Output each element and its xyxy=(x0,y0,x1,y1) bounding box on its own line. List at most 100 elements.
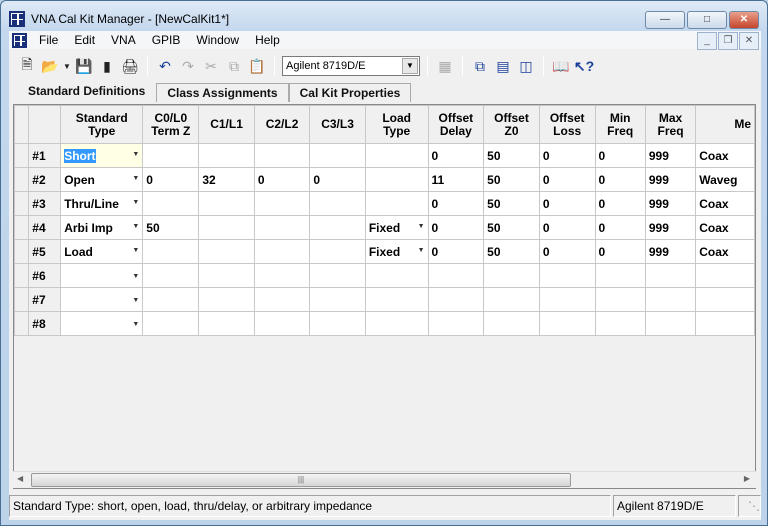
grid-cell[interactable] xyxy=(364,191,429,216)
open-dropdown-icon[interactable]: ▼ xyxy=(63,56,71,76)
grid-cell[interactable]: 50 xyxy=(142,215,200,240)
grid-cell[interactable] xyxy=(253,215,311,240)
grid-cell[interactable]: 0 xyxy=(427,191,485,216)
grid-cell[interactable] xyxy=(309,263,366,288)
grid-cell[interactable]: Coax xyxy=(695,215,755,240)
mdi-restore-button[interactable]: ❐ xyxy=(718,32,738,50)
grid-cell[interactable] xyxy=(364,167,429,192)
grid-cell[interactable] xyxy=(309,287,366,312)
column-header[interactable]: Offset Loss xyxy=(538,105,596,144)
grid-cell[interactable]: 0 xyxy=(538,167,596,192)
grid-cell[interactable] xyxy=(309,239,366,264)
grid-cell[interactable] xyxy=(309,311,366,336)
grid-cell[interactable] xyxy=(253,311,311,336)
row-selector[interactable] xyxy=(14,191,30,216)
grid-cell[interactable] xyxy=(483,263,540,288)
horizontal-scrollbar[interactable]: ◀ ||| ▶ xyxy=(13,471,756,488)
grid-cell[interactable] xyxy=(253,287,311,312)
grid-cell[interactable] xyxy=(427,263,485,288)
grid-cell[interactable]: 0 xyxy=(594,143,646,168)
grid-cell[interactable] xyxy=(427,311,485,336)
maximize-button[interactable]: □ xyxy=(687,11,727,29)
column-header[interactable]: C2/L2 xyxy=(253,105,311,144)
tile-horizontal-icon[interactable]: ▤ xyxy=(493,56,513,76)
column-header[interactable]: C3/L3 xyxy=(309,105,366,144)
grid-cell[interactable]: 0 xyxy=(594,167,646,192)
row-selector[interactable] xyxy=(14,143,30,168)
grid-cell[interactable]: Fixed ▼ xyxy=(364,239,429,264)
chevron-down-icon[interactable]: ▼ xyxy=(132,199,139,206)
chevron-down-icon[interactable]: ▼ xyxy=(132,321,139,328)
grid-cell[interactable] xyxy=(427,287,485,312)
grid-cell[interactable] xyxy=(538,263,596,288)
tab-cal-kit-properties[interactable]: Cal Kit Properties xyxy=(288,83,412,102)
chevron-down-icon[interactable]: ▼ xyxy=(132,247,139,254)
grid-cell[interactable] xyxy=(309,143,366,168)
grid-cell[interactable] xyxy=(695,263,755,288)
chevron-down-icon[interactable]: ▼ xyxy=(132,151,139,158)
grid-cell[interactable]: Thru/Line ▼ xyxy=(60,191,144,216)
grid-cell[interactable] xyxy=(253,263,311,288)
cut-icon[interactable]: ✂ xyxy=(201,56,221,76)
close-button[interactable]: ✕ xyxy=(729,11,759,29)
scrollbar-thumb[interactable]: ||| xyxy=(31,473,571,487)
grid-cell[interactable]: 0 xyxy=(538,143,596,168)
transfer-icon[interactable]: ▦ xyxy=(435,56,455,76)
tab-class-assignments[interactable]: Class Assignments xyxy=(156,83,289,102)
grid-cell[interactable]: Short ▼ xyxy=(60,143,144,168)
grid-cell[interactable] xyxy=(483,311,540,336)
grid-cell[interactable]: 0 xyxy=(594,239,646,264)
menu-help[interactable]: Help xyxy=(247,33,288,47)
column-header[interactable]: C0/L0 Term Z xyxy=(142,105,200,144)
row-selector[interactable] xyxy=(14,311,30,336)
grid-cell[interactable]: 0 xyxy=(427,215,485,240)
grid-cell[interactable] xyxy=(198,239,255,264)
grid-cell[interactable] xyxy=(253,143,311,168)
grid-cell[interactable] xyxy=(644,311,697,336)
grid-cell[interactable]: ▼ xyxy=(60,263,144,288)
save-icon[interactable]: 💾 xyxy=(74,56,94,76)
grid-cell[interactable]: Arbi Imp ▼ xyxy=(60,215,144,240)
grid-cell[interactable] xyxy=(142,191,200,216)
grid-cell[interactable] xyxy=(253,191,311,216)
column-header[interactable]: Max Freq xyxy=(644,105,697,144)
row-selector[interactable] xyxy=(14,263,30,288)
mdi-close-button[interactable]: ✕ xyxy=(739,32,759,50)
grid-cell[interactable] xyxy=(198,215,255,240)
grid-cell[interactable]: 999 xyxy=(644,239,697,264)
document-icon[interactable] xyxy=(12,32,27,48)
grid-cell[interactable]: 0 xyxy=(538,215,596,240)
grid-cell[interactable] xyxy=(142,239,200,264)
grid-cell[interactable] xyxy=(695,311,755,336)
column-header[interactable]: Me xyxy=(695,105,755,144)
chevron-down-icon[interactable]: ▼ xyxy=(132,297,139,304)
help-book-icon[interactable]: 📖 xyxy=(551,56,571,76)
grid-cell[interactable]: Fixed ▼ xyxy=(364,215,429,240)
grid-cell[interactable] xyxy=(538,287,596,312)
context-help-icon[interactable]: ↖? xyxy=(574,56,594,76)
grid-cell[interactable] xyxy=(309,191,366,216)
mdi-minimize-button[interactable]: _ xyxy=(697,32,717,50)
tab-standard-definitions[interactable]: Standard Definitions xyxy=(17,81,157,102)
grid-cell[interactable] xyxy=(253,239,311,264)
chevron-down-icon[interactable]: ▼ xyxy=(418,223,425,230)
column-header[interactable]: Offset Delay xyxy=(427,105,485,144)
menu-vna[interactable]: VNA xyxy=(103,33,144,47)
print-icon[interactable]: 🖨 xyxy=(120,56,140,76)
resize-grip-icon[interactable]: ⋱ xyxy=(738,495,761,517)
chevron-down-icon[interactable]: ▼ xyxy=(132,273,139,280)
grid-cell[interactable]: Load ▼ xyxy=(60,239,144,264)
grid-cell[interactable]: 0 xyxy=(594,191,646,216)
grid-cell[interactable]: 0 xyxy=(309,167,366,192)
grid-cell[interactable] xyxy=(594,311,646,336)
grid-cell[interactable] xyxy=(309,215,366,240)
grid-cell[interactable] xyxy=(594,263,646,288)
redo-icon[interactable]: ↷ xyxy=(178,56,198,76)
grid-cell[interactable] xyxy=(594,287,646,312)
menu-window[interactable]: Window xyxy=(188,33,247,47)
column-header[interactable]: C1/L1 xyxy=(198,105,255,144)
column-header[interactable]: Load Type xyxy=(364,105,429,144)
grid-cell[interactable]: 11 xyxy=(427,167,485,192)
grid-cell[interactable] xyxy=(644,287,697,312)
grid-cell[interactable] xyxy=(198,287,255,312)
